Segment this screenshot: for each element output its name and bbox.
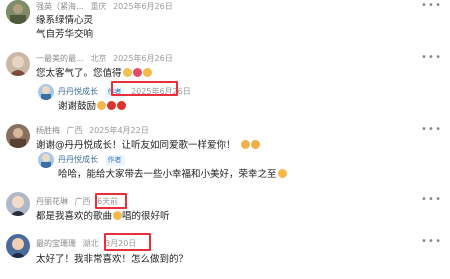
comment-meta: 强英（紧海… 重庆 2025年6月26日 xyxy=(36,1,177,12)
comment-location: 湖北 xyxy=(82,239,99,248)
pray-emoji-icon xyxy=(240,140,250,149)
reply-text: 谢谢鼓励 xyxy=(58,98,127,112)
rose-emoji-icon xyxy=(107,101,117,110)
comment-text: 都是我喜欢的歌曲 唱的很好听 xyxy=(36,208,170,222)
comment-text-line-2: 气自芳华交响 xyxy=(36,29,94,40)
reply-text-content: 哈哈，能给大家带去一些小幸福和小美好，荣幸之至 xyxy=(58,169,277,180)
comment-text-content: 您太客气了。您值得 xyxy=(36,68,122,79)
comment-text: 谢谢@丹丹悦成长！让听友如同爱歌一样爱你！ xyxy=(36,137,260,151)
more-horizontal-icon[interactable]: • • • xyxy=(421,236,441,247)
comment-date: 2025年6月26日 xyxy=(113,2,173,11)
comment-text-line-1: 缘系绿情心灵 xyxy=(36,15,94,26)
emoji-icon xyxy=(113,211,123,220)
smile-emoji-icon xyxy=(142,68,152,77)
comment-meta: 杨胜梅 广西 2025年4月22日 xyxy=(36,125,153,136)
comment-location: 北京 xyxy=(90,54,107,63)
comment-date: 2025年6月26日 xyxy=(113,54,173,63)
more-horizontal-icon[interactable]: • • • xyxy=(421,124,441,135)
heart-emoji-icon xyxy=(132,68,142,77)
comment-location: 广西 xyxy=(74,197,91,206)
comment-text-part-a: 都是我喜欢的歌曲 xyxy=(36,211,113,222)
avatar-image xyxy=(6,52,30,76)
author-badge: 作者 xyxy=(104,155,125,166)
avatar[interactable] xyxy=(6,234,30,258)
comment-meta: 一最美的最… 北京 2025年6月26日 xyxy=(36,53,177,64)
avatar[interactable] xyxy=(6,192,30,216)
commenter-name[interactable]: 丹丽花琳 xyxy=(36,197,68,206)
reply-avatar[interactable] xyxy=(38,152,54,168)
avatar-image xyxy=(38,152,54,168)
avatar[interactable] xyxy=(6,0,30,24)
avatar[interactable] xyxy=(6,124,30,148)
avatar-image xyxy=(6,234,30,258)
avatar-image xyxy=(6,192,30,216)
avatar[interactable] xyxy=(6,52,30,76)
comment-date: 2025年4月22日 xyxy=(89,126,149,135)
avatar-image xyxy=(6,124,30,148)
reply-meta: 丹丹悦成长 作者 xyxy=(58,154,129,166)
smile-emoji-icon xyxy=(97,101,107,110)
more-horizontal-icon[interactable]: • • • xyxy=(421,0,441,11)
comment-text-content: 谢谢@丹丹悦成长！让听友如同爱歌一样爱你！ xyxy=(36,140,236,151)
reply-text-content: 谢谢鼓励 xyxy=(58,101,97,112)
reply-text: 哈哈，能给大家带去一些小幸福和小美好，荣幸之至 xyxy=(58,166,287,180)
highlight-box xyxy=(95,193,127,209)
thumbs-up-emoji-icon xyxy=(122,68,132,77)
comment-location: 广西 xyxy=(66,126,83,135)
highlight-box xyxy=(104,233,151,251)
smile-emoji-icon xyxy=(277,169,287,178)
reply-author-name[interactable]: 丹丹悦成长 xyxy=(58,155,98,164)
avatar-image xyxy=(6,0,30,24)
commenter-name[interactable]: 杨胜梅 xyxy=(36,126,60,135)
commenter-name[interactable]: 一最美的最… xyxy=(36,54,84,63)
more-horizontal-icon[interactable]: • • • xyxy=(421,52,441,63)
more-horizontal-icon[interactable]: • • • xyxy=(421,194,441,205)
highlight-box xyxy=(111,81,178,96)
commenter-name[interactable]: 最的宝珊珊 xyxy=(36,239,76,248)
rose-emoji-icon xyxy=(117,101,127,110)
comment-text-part-b: 唱的很好听 xyxy=(122,211,170,222)
comment-text: 太好了！我非常喜欢！怎么做到的？ xyxy=(36,254,189,265)
pray-emoji-icon xyxy=(250,140,260,149)
comment-location: 重庆 xyxy=(90,2,107,11)
comment-text: 您太客气了。您值得 xyxy=(36,65,152,79)
commenter-name[interactable]: 强英（紧海… xyxy=(36,2,84,11)
avatar-image xyxy=(38,84,54,100)
reply-author-name[interactable]: 丹丹悦成长 xyxy=(58,87,98,96)
reply-avatar[interactable] xyxy=(38,84,54,100)
